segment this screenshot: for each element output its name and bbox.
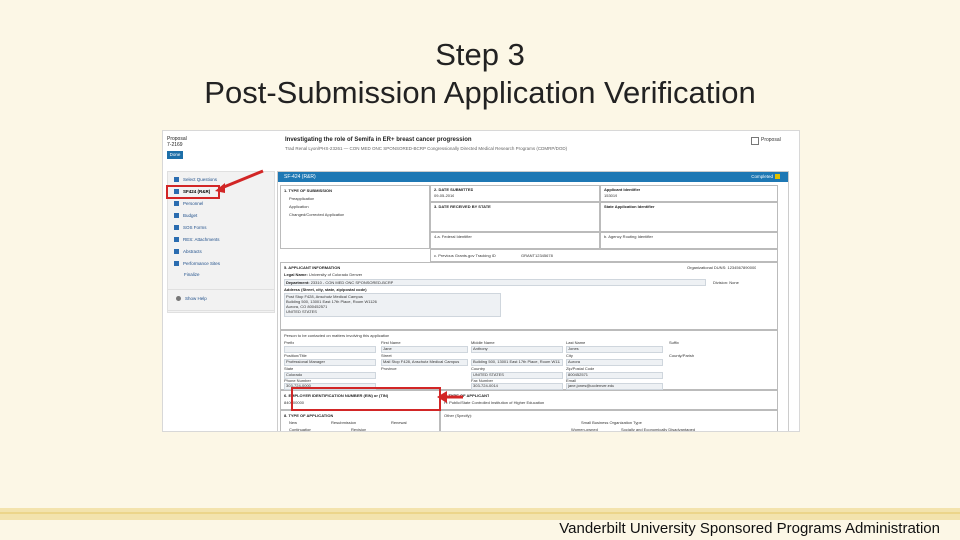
- slide-title-line2: Post-Submission Application Verification: [204, 75, 756, 110]
- footer-band: [0, 508, 960, 520]
- application-screenshot: Proposal 7-2169 Done Investigating the r…: [162, 130, 800, 432]
- footer-line: [0, 512, 960, 514]
- annotation-arrows: [215, 169, 463, 403]
- slide: { "slide": { "title_line1": "Step 3", "t…: [0, 0, 960, 540]
- slide-title: Step 3 Post-Submission Application Verif…: [0, 36, 960, 112]
- arrow-to-sf424: [218, 169, 264, 191]
- arrowhead-icon: [437, 391, 447, 403]
- arrowhead-icon: [215, 183, 225, 193]
- footer-text: Vanderbilt University Sponsored Programs…: [559, 520, 940, 537]
- slide-title-line1: Step 3: [435, 37, 525, 72]
